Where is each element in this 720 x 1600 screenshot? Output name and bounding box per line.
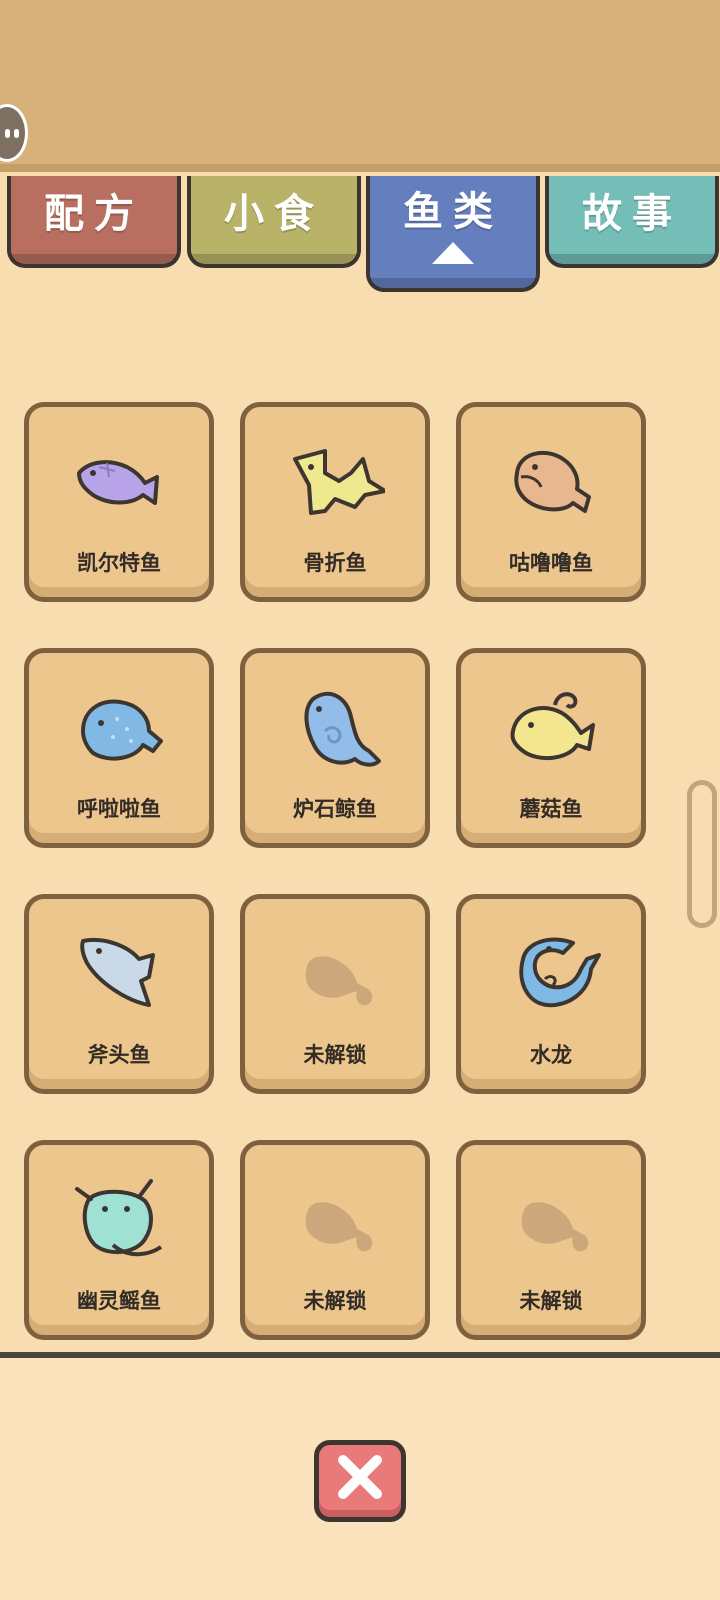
- fish-name: 炉石鲸鱼: [293, 797, 377, 821]
- fish-name: 未解锁: [303, 1289, 367, 1313]
- fish-name: 斧头鱼: [87, 1043, 151, 1067]
- fish-card[interactable]: 咕噜噜鱼: [456, 402, 646, 602]
- fish-name: 幽灵鳐鱼: [77, 1289, 161, 1313]
- fish-card-locked[interactable]: 未解锁: [456, 1140, 646, 1340]
- hearthstone-whale-icon: [285, 679, 385, 779]
- mushroom-fish-icon: [501, 679, 601, 779]
- scrollbar-handle[interactable]: [687, 780, 717, 928]
- fish-card[interactable]: 凯尔特鱼: [24, 402, 214, 602]
- tab-fish[interactable]: 鱼类: [366, 176, 540, 292]
- celtic-fish-icon: [69, 433, 169, 533]
- water-dragon-icon: [501, 925, 601, 1025]
- close-button[interactable]: [314, 1440, 406, 1522]
- fish-card[interactable]: 蘑菇鱼: [456, 648, 646, 848]
- fish-card[interactable]: 炉石鲸鱼: [240, 648, 430, 848]
- fish-name: 咕噜噜鱼: [509, 551, 593, 575]
- locked-fish-silhouette-icon: [285, 1171, 385, 1271]
- fish-card[interactable]: 斧头鱼: [24, 894, 214, 1094]
- fish-name: 未解锁: [303, 1043, 367, 1067]
- tab-recipes[interactable]: 配方: [7, 176, 181, 268]
- fish-name: 凯尔特鱼: [77, 551, 161, 575]
- fish-name: 未解锁: [519, 1289, 583, 1313]
- tab-label: 故事: [582, 190, 682, 237]
- locked-fish-silhouette-icon: [285, 925, 385, 1025]
- fish-name: 骨折鱼: [303, 551, 367, 575]
- locked-fish-silhouette-icon: [501, 1171, 601, 1271]
- broken-bone-fish-icon: [285, 433, 387, 533]
- tab-label: 鱼类: [403, 188, 503, 235]
- tab-selected-arrow-icon: [432, 242, 474, 264]
- ghost-ray-icon: [69, 1171, 169, 1271]
- fish-card-locked[interactable]: 未解锁: [240, 1140, 430, 1340]
- tab-label: 小食: [224, 190, 324, 237]
- fish-name: 呼啦啦鱼: [77, 797, 161, 821]
- top-banner: [0, 0, 720, 172]
- hulala-fish-icon: [69, 679, 169, 779]
- tab-label: 配方: [44, 190, 144, 237]
- fish-card[interactable]: 骨折鱼: [240, 402, 430, 602]
- close-icon: [335, 1452, 385, 1502]
- fish-card-locked[interactable]: 未解锁: [240, 894, 430, 1094]
- fish-card[interactable]: 水龙: [456, 894, 646, 1094]
- fish-name: 蘑菇鱼: [519, 797, 583, 821]
- fish-card[interactable]: 呼啦啦鱼: [24, 648, 214, 848]
- tab-stories[interactable]: 故事: [545, 176, 719, 268]
- fish-card[interactable]: 幽灵鳐鱼: [24, 1140, 214, 1340]
- gululu-fish-icon: [501, 433, 601, 533]
- tab-snacks[interactable]: 小食: [187, 176, 361, 268]
- axe-fish-icon: [69, 925, 169, 1025]
- fish-name: 水龙: [530, 1043, 572, 1067]
